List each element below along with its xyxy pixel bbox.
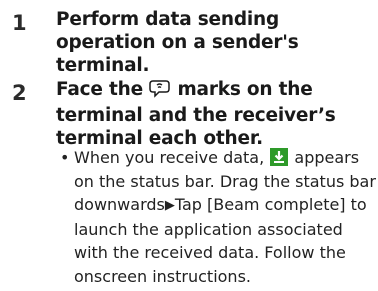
step-title: Face the marks on the terminal and the r… xyxy=(56,78,374,150)
arrow-icon: ▶ xyxy=(164,198,175,213)
bullet-dot: • xyxy=(60,148,70,167)
bullet-item: • When you receive data, appears on the … xyxy=(60,146,376,288)
bullet-text-part1: When you receive data, xyxy=(74,148,265,167)
step-title: Perform data sending operation on a send… xyxy=(56,9,299,76)
download-status-icon xyxy=(270,148,289,166)
step-number: 2 xyxy=(12,81,27,105)
step-number: 1 xyxy=(12,11,27,35)
nfc-mark-icon xyxy=(149,78,171,104)
step-title-part1: Face the xyxy=(56,79,143,100)
bullet-text: When you receive data, appears on the st… xyxy=(74,146,376,288)
